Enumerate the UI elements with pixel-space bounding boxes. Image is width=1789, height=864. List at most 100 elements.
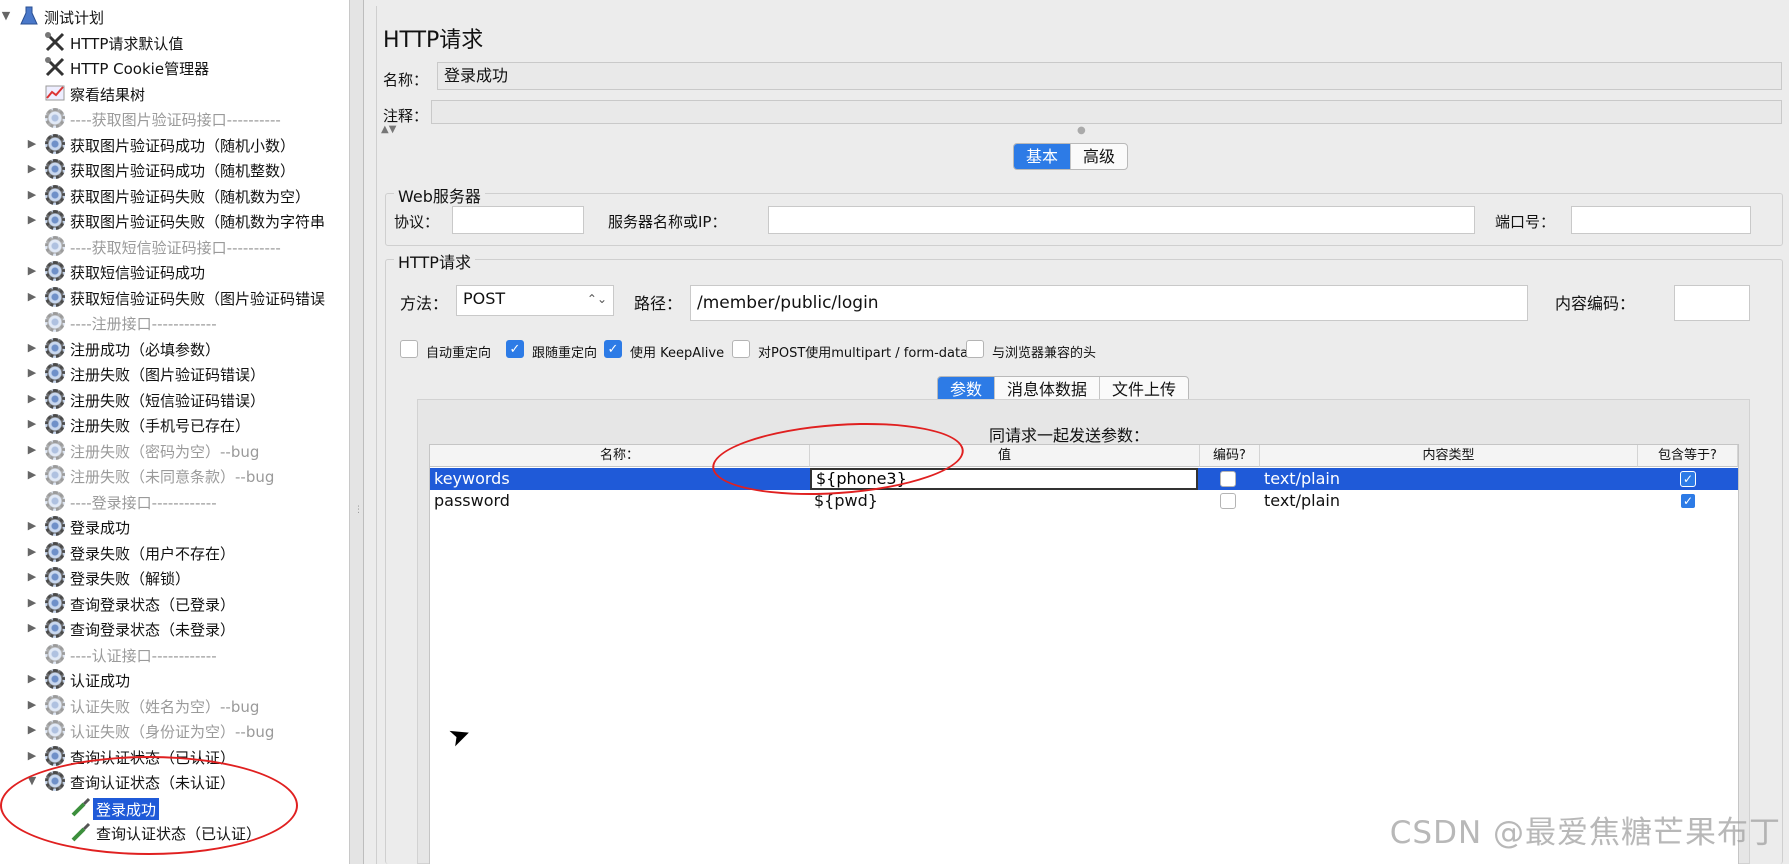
collapse-arrow-icon[interactable]: ▶ [26, 596, 38, 609]
param-value[interactable]: ${pwd} [810, 490, 1198, 512]
tree-item[interactable]: ▶ 登录失败（解锁） [0, 565, 349, 590]
param-row[interactable]: password ${pwd} text/plain ✓ [430, 490, 1738, 512]
option-checkbox[interactable]: ✓ [604, 340, 622, 358]
column-header[interactable]: 编码? [1200, 445, 1260, 467]
tree-item[interactable]: ▼ 测试计划 [0, 4, 349, 29]
collapse-arrow-icon[interactable]: ▶ [26, 341, 38, 354]
name-field[interactable]: 登录成功 [437, 62, 1782, 90]
include-equals-checkbox[interactable]: ✓ [1680, 471, 1696, 487]
tree-item[interactable]: ▶ 获取图片验证码失败（随机数为字符串 [0, 208, 349, 233]
tree-item[interactable]: ▶ 登录失败（用户不存在） [0, 540, 349, 565]
encode-checkbox[interactable] [1220, 471, 1236, 487]
tree-item[interactable]: ----获取短信验证码接口---------- [0, 234, 349, 259]
tree-item[interactable]: ▶ 查询认证状态（已认证） [0, 744, 349, 769]
tree-item[interactable]: ▶ 获取短信验证码失败（图片验证码错误 [0, 285, 349, 310]
collapse-arrow-icon[interactable]: ▶ [26, 188, 38, 201]
option-checkbox[interactable] [966, 340, 984, 358]
option-checkbox[interactable] [400, 340, 418, 358]
column-header[interactable]: 名称： [430, 445, 810, 467]
tree-item-label: 获取图片验证码成功（随机小数） [70, 136, 296, 155]
param-name[interactable]: password [430, 490, 810, 512]
method-select[interactable]: POST ⌃⌄ [456, 285, 614, 316]
param-content-type[interactable]: text/plain [1260, 468, 1638, 490]
tab-advanced[interactable]: 高级 [1071, 144, 1127, 169]
option-checkbox[interactable]: ✓ [506, 340, 524, 358]
content-encoding-label: 内容编码： [1555, 294, 1636, 313]
tree-item[interactable]: ----注册接口------------ [0, 310, 349, 335]
collapse-arrow-icon[interactable]: ▶ [26, 571, 38, 583]
params-table[interactable]: 名称：值编码? 内容类型 包含等于? keywords ${phone3} text/pl… [429, 444, 1739, 864]
param-content-type[interactable]: text/plain [1260, 490, 1638, 512]
tree-item[interactable]: ▶ 获取图片验证码失败（随机数为空） [0, 183, 349, 208]
tree-item[interactable]: ▶ 登录成功 [0, 514, 349, 539]
collapse-arrow-icon[interactable]: ▶ [26, 418, 38, 430]
collapse-arrow-icon[interactable]: ▶ [26, 137, 38, 150]
pane-splitter[interactable]: ⋮ [350, 0, 364, 864]
tree-item[interactable]: 登录成功 [0, 795, 349, 820]
tree-item[interactable]: ▶ 注册失败（短信验证码错误） [0, 387, 349, 412]
include-equals-checkbox[interactable]: ✓ [1680, 493, 1696, 509]
collapse-arrow-icon[interactable]: ▶ [26, 724, 38, 736]
param-row[interactable]: keywords ${phone3} text/plain ✓ [430, 468, 1738, 490]
tree-item[interactable]: ----获取图片验证码接口---------- [0, 106, 349, 131]
collapse-arrow-icon[interactable]: ▶ [26, 622, 38, 634]
tree-item[interactable]: 查询认证状态（已认证） [0, 820, 349, 845]
collapse-arrow-icon[interactable]: ▶ [26, 749, 38, 762]
collapse-arrow-icon[interactable]: ▶ [26, 673, 38, 685]
tree-item[interactable]: ----登录接口------------ [0, 489, 349, 514]
collapse-arrows-icon[interactable]: ▲▼ [381, 124, 396, 135]
collapse-arrow-icon[interactable]: ▶ [26, 698, 38, 711]
tree-item[interactable]: ▶ 获取图片验证码成功（随机小数） [0, 132, 349, 157]
option-label: 使用 KeepAlive [630, 346, 725, 361]
param-value[interactable]: ${phone3} [810, 468, 1198, 490]
tree-item[interactable]: HTTP Cookie管理器 [0, 55, 349, 80]
tree-item[interactable]: ▶ 获取图片验证码成功（随机整数） [0, 157, 349, 182]
tree-item[interactable]: ▶ 注册成功（必填参数） [0, 336, 349, 361]
column-header[interactable]: 内容类型 [1260, 445, 1638, 467]
column-header[interactable]: 包含等于? [1638, 445, 1738, 467]
tree-item[interactable]: ----认证接口------------ [0, 642, 349, 667]
content-encoding-field[interactable] [1674, 285, 1750, 321]
collapse-arrow-icon[interactable]: ▶ [26, 163, 38, 175]
tree-item[interactable]: ▶ 注册失败（密码为空）--bug [0, 438, 349, 463]
tree-item[interactable]: ▶ 查询登录状态（已登录） [0, 591, 349, 616]
collapse-arrow-icon[interactable]: ▶ [26, 443, 38, 456]
splitter-grip-icon[interactable]: ⋮ [354, 505, 363, 515]
tree-item[interactable]: 察看结果树 [0, 81, 349, 106]
collapse-arrow-icon[interactable]: ▶ [26, 520, 38, 532]
chart-icon [44, 82, 66, 104]
tree-item[interactable]: ▶ 获取短信验证码成功 [0, 259, 349, 284]
collapse-arrow-icon[interactable]: ▶ [26, 214, 38, 226]
collapse-arrow-icon[interactable]: ▶ [26, 392, 38, 405]
expand-arrow-icon[interactable]: ▼ [0, 10, 12, 22]
comment-field[interactable] [431, 100, 1782, 124]
tree-item[interactable]: ▶ 注册失败（手机号已存在） [0, 412, 349, 437]
tree-item-label: 获取图片验证码成功（随机整数） [70, 162, 296, 180]
param-name[interactable]: keywords [430, 468, 810, 490]
port-field[interactable] [1571, 206, 1751, 234]
expand-arrow-icon[interactable]: ▼ [26, 775, 38, 787]
collapse-arrow-icon[interactable]: ▶ [26, 265, 38, 277]
collapse-arrow-icon[interactable]: ▶ [26, 367, 38, 379]
tree-item[interactable]: ▶ 注册失败（未同意条款）--bug [0, 463, 349, 488]
divider-grip-icon[interactable]: ● [1077, 125, 1086, 136]
path-field[interactable]: /member/public/login [690, 285, 1528, 321]
server-field[interactable] [768, 206, 1475, 234]
test-plan-tree[interactable]: ▼ 测试计划 HTTP请求默认值 HTTP Cookie管理器 察看结果树 ----获取图… [0, 0, 350, 864]
tree-item[interactable]: ▶ 认证失败（身份证为空）--bug [0, 718, 349, 743]
tree-item[interactable]: HTTP请求默认值 [0, 30, 349, 55]
column-header[interactable]: 值 [810, 445, 1200, 467]
option-checkbox[interactable] [732, 340, 750, 358]
collapse-arrow-icon[interactable]: ▶ [26, 545, 38, 558]
protocol-field[interactable] [452, 206, 584, 234]
tree-item[interactable]: ▶ 注册失败（图片验证码错误） [0, 361, 349, 386]
tab-basic[interactable]: 基本 [1014, 144, 1072, 169]
encode-checkbox[interactable] [1220, 493, 1236, 509]
tree-item[interactable]: ▼ 查询认证状态（未认证） [0, 769, 349, 794]
tree-item[interactable]: ▶ 认证失败（姓名为空）--bug [0, 693, 349, 718]
collapse-arrow-icon[interactable]: ▶ [26, 469, 38, 481]
tree-item[interactable]: ▶ 查询登录状态（未登录） [0, 616, 349, 641]
tree-item[interactable]: ▶ 认证成功 [0, 667, 349, 692]
collapse-arrow-icon[interactable]: ▶ [26, 290, 38, 303]
pipette-icon [70, 821, 92, 843]
